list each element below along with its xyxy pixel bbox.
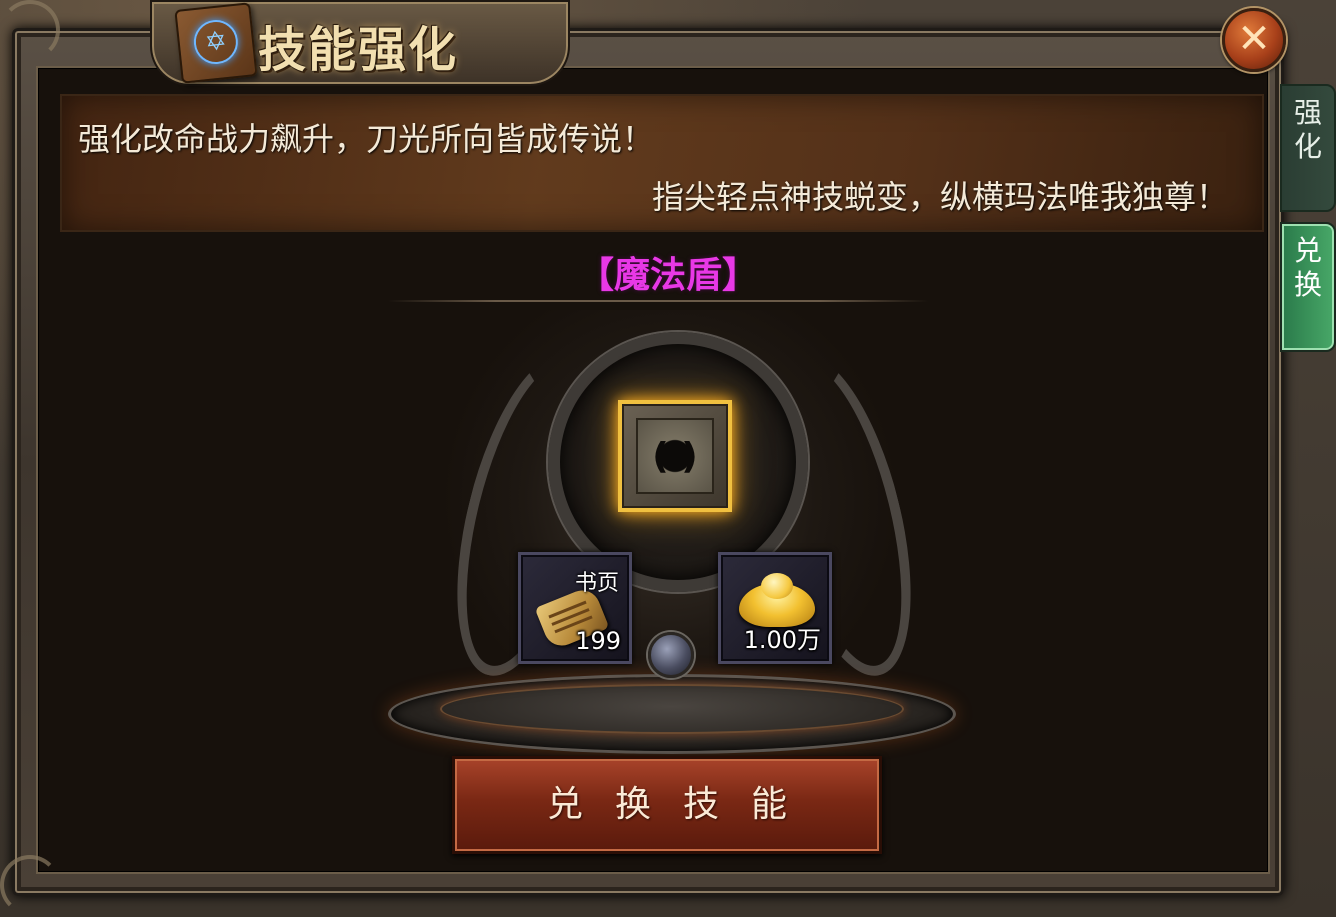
- slogan-line-1: 强化改命战力飙升，刀光所向皆成传说！: [78, 120, 655, 158]
- center-orb: [648, 632, 694, 678]
- cost-item-label: 书页: [574, 571, 619, 596]
- cost-item-book-page[interactable]: 书页 199: [518, 552, 632, 664]
- skill-book-icon: ✡: [174, 2, 258, 84]
- cost-item-gold[interactable]: 1.00万: [718, 552, 832, 664]
- skill-name: 【魔法盾】: [577, 255, 758, 296]
- cost-item-count: 199: [575, 627, 621, 655]
- corner-ornament: [0, 855, 60, 915]
- tab-upgrade-label: 强 化: [1293, 96, 1322, 163]
- magic-shield-skill-icon: [636, 418, 714, 494]
- close-button[interactable]: ✕: [1222, 8, 1286, 72]
- slogan-banner: 强化改命战力飙升，刀光所向皆成传说！ 指尖轻点神技蜕变，纵横玛法唯我独尊！: [60, 94, 1264, 232]
- cost-item-count: 1.00万: [743, 626, 821, 654]
- corner-ornament: [0, 0, 60, 60]
- magic-circle-icon: ✡: [191, 17, 241, 67]
- slogan-line-2: 指尖轻点神技蜕变，纵横玛法唯我独尊！: [651, 178, 1228, 216]
- window-title: 技能强化: [258, 22, 459, 78]
- altar-base-rune-ring: [440, 684, 904, 734]
- tab-upgrade[interactable]: 强 化: [1280, 84, 1336, 212]
- skill-slot[interactable]: [618, 400, 732, 512]
- exchange-skill-button[interactable]: 兑换技能: [452, 756, 882, 854]
- divider: [388, 300, 928, 302]
